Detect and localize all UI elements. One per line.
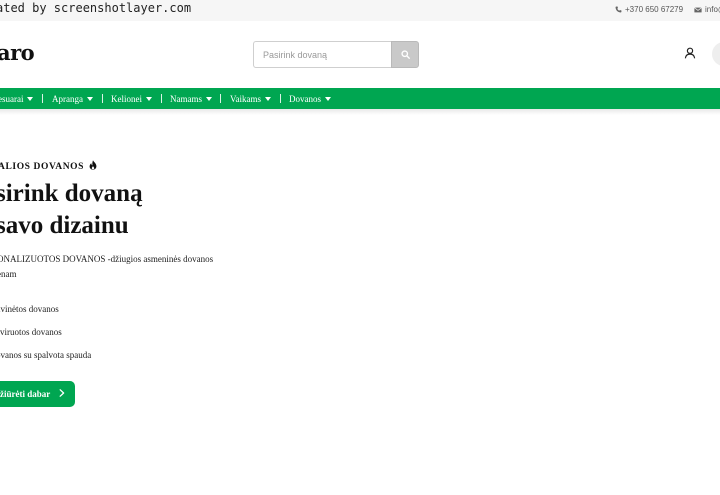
- email-address: info@: [705, 5, 720, 14]
- nav-item-label: Dovanos: [289, 93, 321, 104]
- nav-item-label: Kelionei: [111, 93, 142, 104]
- caret-down-icon: [27, 97, 34, 101]
- nav-item-dovanos[interactable]: Dovanos: [289, 88, 331, 109]
- nav-divider: [42, 94, 43, 103]
- nav-item-aksesuarai[interactable]: esuarai: [0, 88, 34, 109]
- caret-down-icon: [87, 97, 93, 101]
- feature-item: uvinėtos dovanos: [0, 304, 59, 314]
- email-contact[interactable]: info@: [694, 5, 720, 14]
- top-bar: ated by screenshotlayer.com +370 650 672…: [0, 0, 720, 21]
- nav-divider: [161, 94, 162, 103]
- nav-item-label: Apranga: [52, 93, 83, 104]
- nav-item-label: Vaikams: [230, 93, 261, 104]
- hero-title: sirink dovaną savo dizainu: [0, 178, 143, 242]
- phone-contact[interactable]: +370 650 67279: [615, 5, 683, 14]
- hero-description: ONALIZUOTOS DOVANOS -džiugios asmeninės …: [0, 252, 247, 282]
- nav-divider: [220, 94, 221, 103]
- nav-item-kelionei[interactable]: Kelionei: [111, 88, 152, 109]
- search-icon: [400, 46, 410, 64]
- caret-down-icon: [146, 97, 152, 101]
- hero-label-text: ALIOS DOVANOS: [0, 161, 85, 172]
- nav-item-apranga[interactable]: Apranga: [52, 88, 93, 109]
- site-logo[interactable]: aro: [0, 40, 35, 65]
- hero-title-line: sirink dovaną: [0, 180, 143, 207]
- user-icon: [684, 46, 696, 63]
- nav-divider: [102, 94, 103, 103]
- caret-down-icon: [265, 97, 271, 101]
- watermark-text: ated by screenshotlayer.com: [0, 1, 192, 15]
- fire-icon: [89, 160, 97, 173]
- nav-item-label: Namams: [170, 93, 202, 104]
- caret-down-icon: [325, 97, 331, 101]
- nav-divider: [280, 94, 281, 103]
- cta-label: žiūrėti dabar: [0, 389, 51, 399]
- cart-button[interactable]: [712, 42, 720, 66]
- search-input[interactable]: [253, 41, 392, 68]
- hero-title-line: savo dizainu: [0, 212, 129, 239]
- feature-item: ovanos su spalvota spauda: [0, 350, 92, 360]
- phone-icon: [615, 6, 622, 13]
- caret-down-icon: [206, 97, 212, 101]
- hero-label: ALIOS DOVANOS: [0, 160, 97, 173]
- search-button[interactable]: [391, 41, 419, 68]
- view-now-button[interactable]: žiūrėti dabar: [0, 381, 75, 407]
- account-button[interactable]: [684, 46, 698, 60]
- nav-item-namams[interactable]: Namams: [170, 88, 212, 109]
- phone-number: +370 650 67279: [625, 5, 684, 14]
- nav-item-vaikams[interactable]: Vaikams: [230, 88, 271, 109]
- hero-description-line: ONALIZUOTOS DOVANOS -džiugios asmeninės …: [0, 254, 214, 264]
- nav-item-label: esuarai: [0, 93, 24, 104]
- main-nav: esuarai Apranga Kelionei Namams Vaikams …: [0, 88, 720, 109]
- chevron-right-icon: [59, 389, 65, 399]
- envelope-icon: [694, 6, 702, 13]
- hero-description-line: enam: [0, 269, 17, 279]
- feature-item: aviruotos dovanos: [0, 327, 62, 337]
- nav-shadow: [0, 109, 720, 115]
